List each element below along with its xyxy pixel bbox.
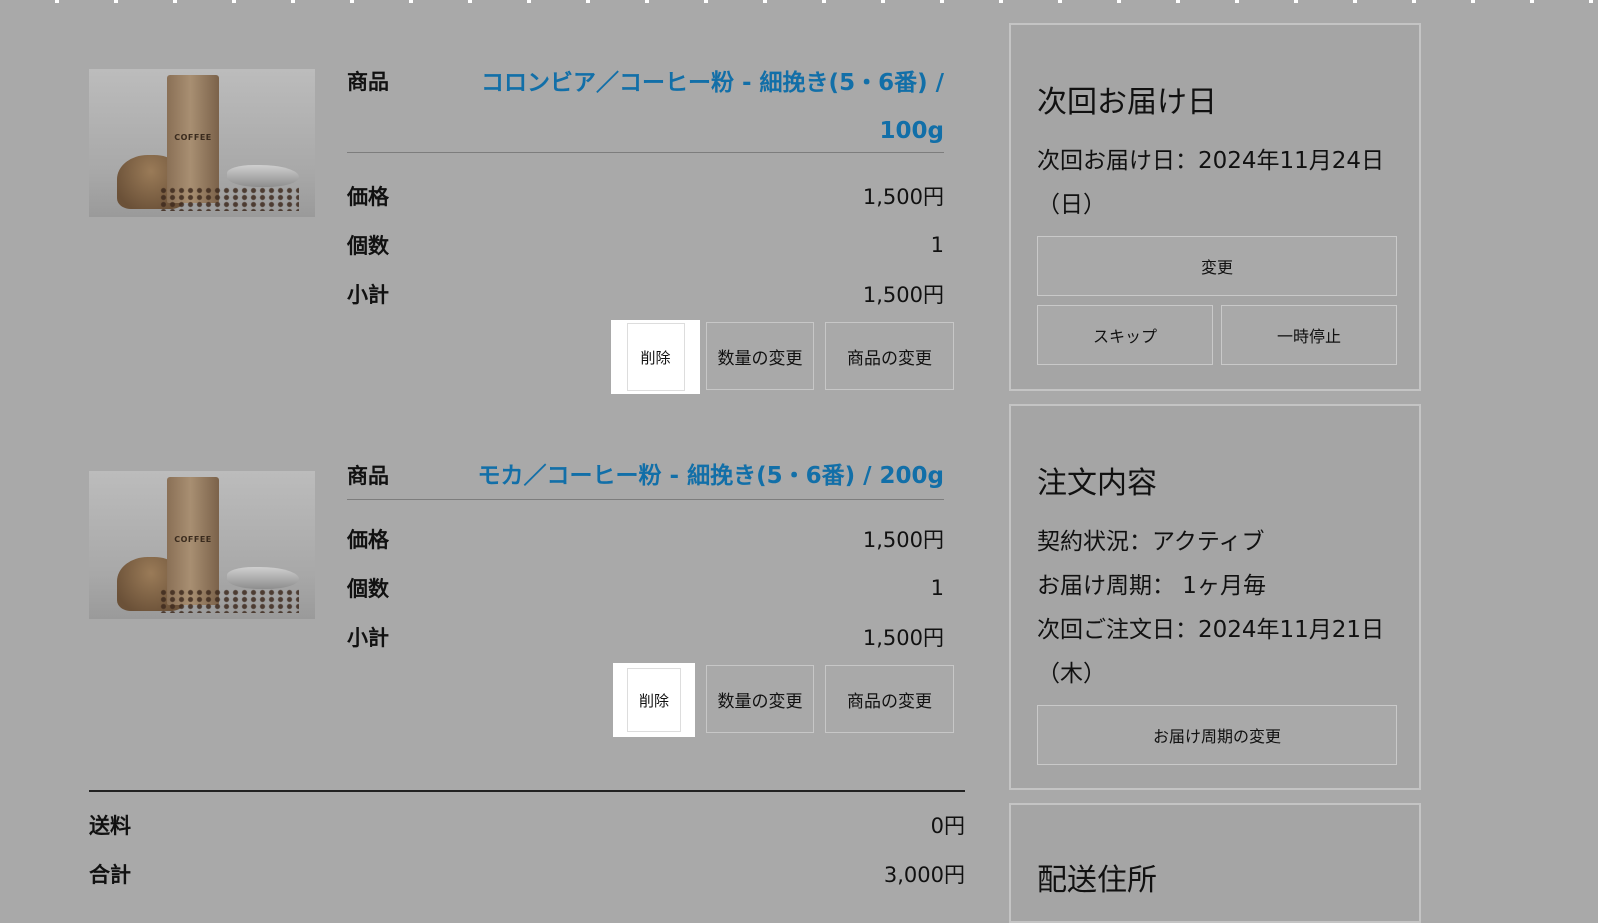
order-totals: 送料 0円 合計 3,000円	[89, 790, 965, 898]
subtotal-row: 小計 1,500円	[347, 269, 944, 318]
order-details-card: 注文内容 契約状況：アクティブ お届け周期： 1ヶ月毎 次回ご注文日：2024年…	[1009, 404, 1421, 790]
product-row: 商品 コロンビア／コーヒー粉 - 細挽き(5・6番) / 100g	[347, 59, 944, 153]
item-details: 商品 コロンビア／コーヒー粉 - 細挽き(5・6番) / 100g 価格 1,5…	[347, 59, 954, 402]
price-label: 価格	[347, 527, 389, 552]
change-quantity-button[interactable]: 数量の変更	[706, 322, 814, 390]
order-details-title: 注文内容	[1037, 466, 1157, 501]
delete-highlight: 削除	[613, 663, 695, 737]
product-label: 商品	[347, 70, 389, 94]
change-quantity-button[interactable]: 数量の変更	[706, 665, 814, 733]
delete-button[interactable]: 削除	[626, 323, 685, 391]
total-label: 合計	[89, 862, 131, 887]
product-row: 商品 モカ／コーヒー粉 - 細挽き(5・6番) / 200g	[347, 461, 944, 500]
product-label: 商品	[347, 464, 389, 488]
coffee-bag-image: COFFEE	[89, 471, 315, 619]
subtotal-label: 小計	[347, 282, 389, 307]
subtotal-label: 小計	[347, 625, 389, 650]
delete-button[interactable]: 削除	[627, 668, 681, 732]
item-details: 商品 モカ／コーヒー粉 - 細挽き(5・6番) / 200g 価格 1,500円…	[347, 461, 954, 745]
shipping-label: 送料	[89, 813, 131, 838]
next-delivery-date: 次回お届け日：2024年11月24日（日）	[1037, 148, 1385, 218]
change-delivery-date-button[interactable]: 変更	[1037, 236, 1397, 296]
change-product-button[interactable]: 商品の変更	[825, 665, 954, 733]
next-order-date: 次回ご注文日：2024年11月21日（木）	[1037, 617, 1385, 687]
product-name-link[interactable]: コロンビア／コーヒー粉 - 細挽き(5・6番) / 100g	[447, 59, 944, 155]
shipping-value: 0円	[930, 813, 965, 838]
price-label: 価格	[347, 184, 389, 209]
contract-status: 契約状況：アクティブ	[1037, 529, 1265, 555]
item-actions: 削除 数量の変更 商品の変更	[347, 320, 954, 402]
change-product-button[interactable]: 商品の変更	[825, 322, 954, 390]
price-row: 価格 1,500円	[347, 171, 944, 220]
delivery-cycle: お届け周期： 1ヶ月毎	[1037, 573, 1266, 599]
top-dashed-border	[0, 0, 1598, 3]
next-delivery-card: 次回お届け日 次回お届け日：2024年11月24日（日） 変更 スキップ 一時停…	[1009, 23, 1421, 391]
total-row: 合計 3,000円	[89, 849, 965, 898]
subtotal-row: 小計 1,500円	[347, 612, 944, 661]
next-delivery-title: 次回お届け日	[1037, 85, 1217, 120]
coffee-bag-image: COFFEE	[89, 69, 315, 217]
subtotal-value: 1,500円	[862, 282, 944, 307]
shipping-address-title: 配送住所	[1037, 863, 1157, 898]
quantity-label: 個数	[347, 576, 389, 601]
pause-button[interactable]: 一時停止	[1221, 305, 1397, 365]
subtotal-value: 1,500円	[862, 625, 944, 650]
price-value: 1,500円	[862, 184, 944, 209]
price-row: 価格 1,500円	[347, 514, 944, 563]
item-actions: 削除 数量の変更 商品の変更	[347, 663, 954, 745]
quantity-value: 1	[930, 575, 944, 600]
change-cycle-button[interactable]: お届け周期の変更	[1037, 705, 1397, 765]
product-name-link[interactable]: モカ／コーヒー粉 - 細挽き(5・6番) / 200g	[478, 461, 944, 491]
quantity-label: 個数	[347, 233, 389, 258]
skip-button[interactable]: スキップ	[1037, 305, 1213, 365]
quantity-value: 1	[930, 232, 944, 257]
shipping-address-card: 配送住所	[1009, 803, 1421, 923]
delete-highlight: 削除	[611, 320, 700, 394]
quantity-row: 個数 1	[347, 220, 944, 269]
quantity-row: 個数 1	[347, 563, 944, 612]
total-value: 3,000円	[883, 862, 965, 887]
shipping-row: 送料 0円	[89, 800, 965, 849]
price-value: 1,500円	[862, 527, 944, 552]
